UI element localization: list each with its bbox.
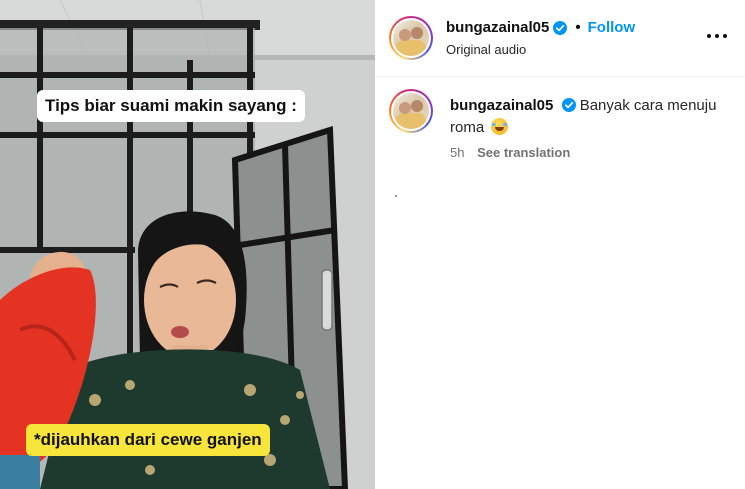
comment-time: 5h [450, 145, 465, 160]
header-username-row: bungazainal05 • Follow [446, 19, 635, 36]
video-caption-top: Tips biar suami makin sayang : [37, 90, 305, 122]
verified-badge-icon [561, 98, 576, 112]
comment-body: bungazainal05 Banyak cara menuju roma [450, 95, 720, 139]
comment-avatar[interactable] [389, 89, 433, 133]
post-side-panel: bungazainal05 • Follow Original audio bu… [375, 0, 745, 489]
stray-mark [395, 195, 397, 197]
see-translation-link[interactable]: See translation [477, 145, 570, 160]
header-username[interactable]: bungazainal05 [446, 19, 549, 36]
more-options-icon[interactable] [707, 26, 727, 46]
post-header: bungazainal05 • Follow Original audio [375, 0, 745, 77]
video-player[interactable]: Tips biar suami makin sayang : *dijauhka… [0, 0, 375, 489]
rolling-laughing-emoji-icon [491, 118, 509, 135]
comment-meta: 5h See translation [450, 145, 570, 160]
audio-label[interactable]: Original audio [446, 42, 526, 57]
avatar[interactable] [389, 16, 433, 60]
verified-badge-icon [553, 20, 568, 35]
follow-button[interactable]: Follow [588, 19, 636, 36]
separator-dot: • [575, 19, 581, 36]
comment-username[interactable]: bungazainal05 [450, 97, 553, 114]
video-frame [0, 0, 375, 489]
video-caption-bottom: *dijauhkan dari cewe ganjen [26, 424, 270, 456]
